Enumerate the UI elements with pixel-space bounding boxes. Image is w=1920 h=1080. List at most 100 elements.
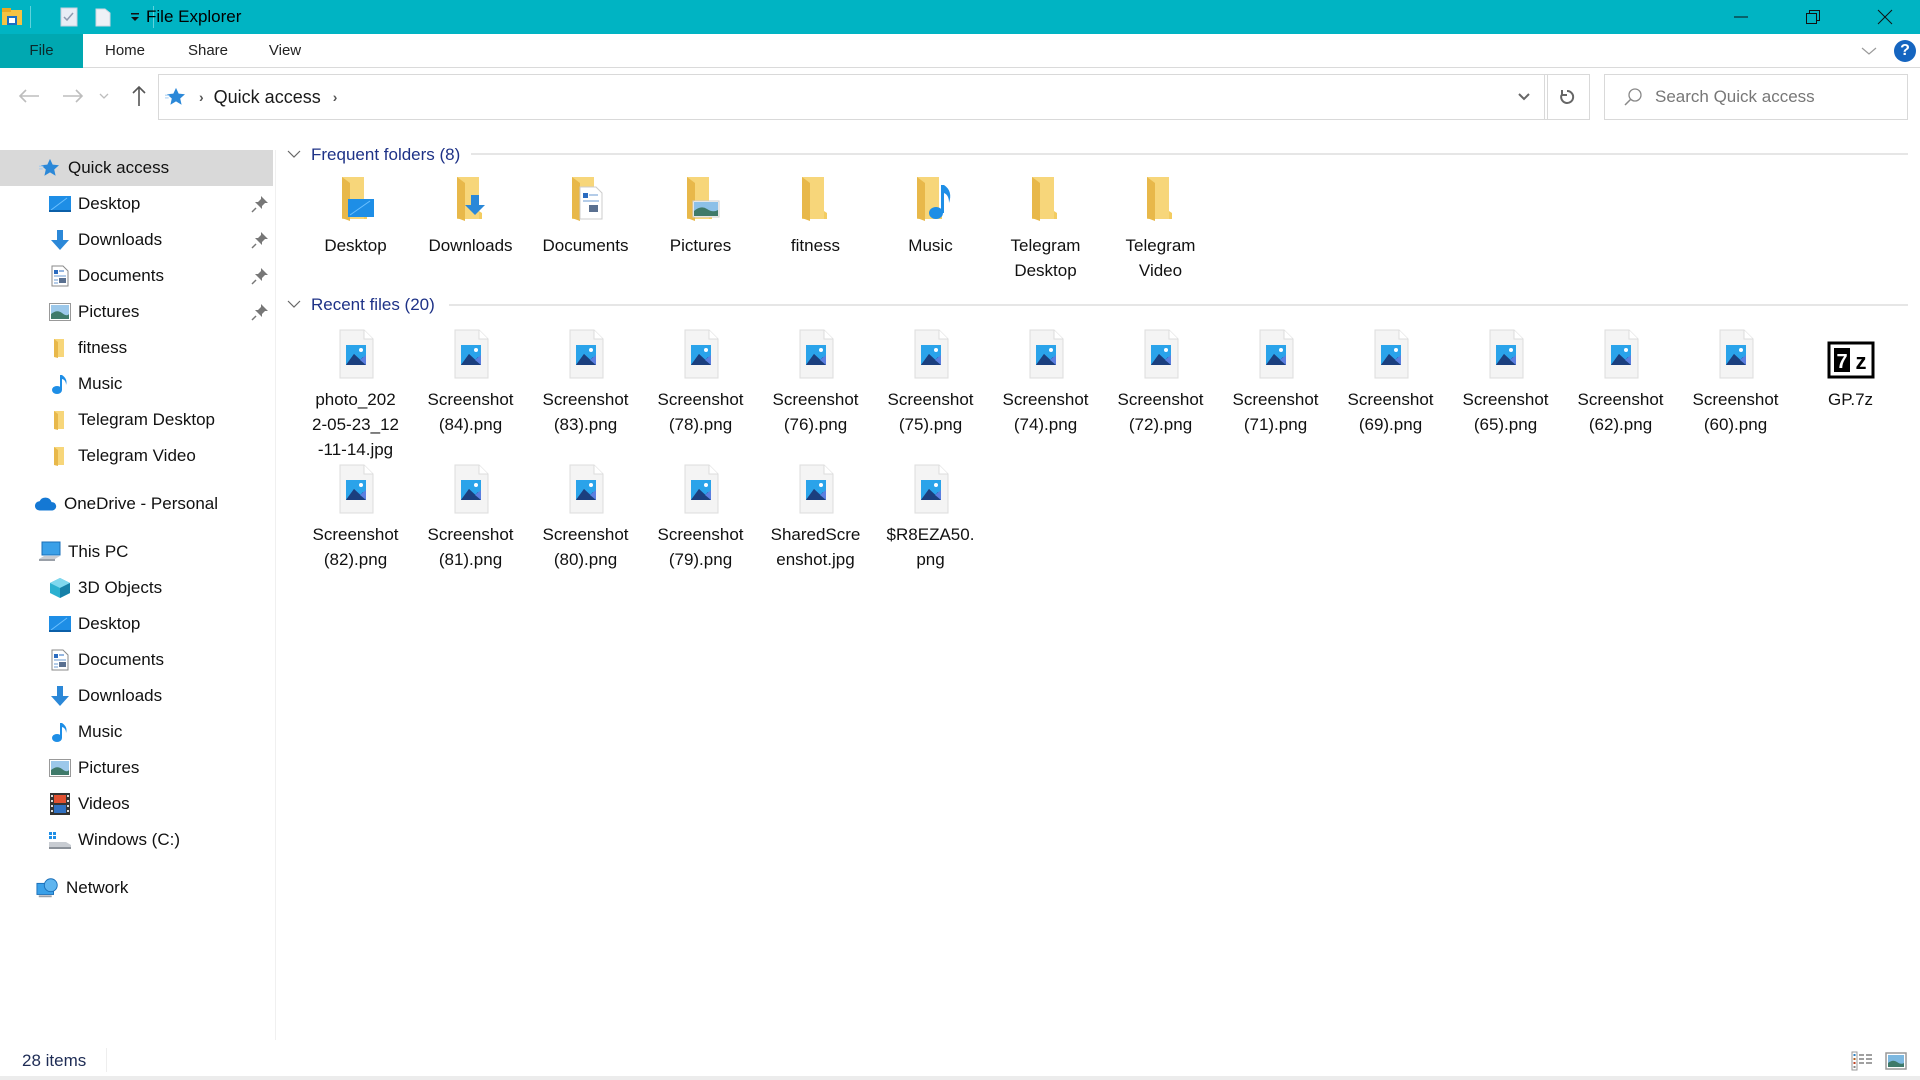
- sidebar-item-label: Documents: [78, 266, 164, 285]
- folder-tile[interactable]: Documents: [528, 173, 643, 258]
- breadcrumb-separator[interactable]: ›: [333, 89, 338, 105]
- sidebar-item-downloads[interactable]: Downloads: [0, 678, 273, 714]
- sidebar-item-videos[interactable]: Videos: [0, 786, 273, 822]
- sidebar-item-desktop[interactable]: Desktop: [0, 186, 273, 222]
- address-bar[interactable]: › Quick access ›: [158, 74, 1548, 120]
- details-view-button[interactable]: [1850, 1050, 1874, 1072]
- large-icons-view-button[interactable]: [1884, 1050, 1908, 1072]
- frequent-folders-header[interactable]: Frequent folders (8): [287, 144, 460, 166]
- folder-icon: [48, 336, 72, 360]
- file-tile[interactable]: Screenshot (74).png: [988, 327, 1103, 437]
- restore-button[interactable]: [1784, 0, 1842, 34]
- file-tile[interactable]: Screenshot (75).png: [873, 327, 988, 437]
- sidebar-item-pictures[interactable]: Pictures: [0, 294, 273, 330]
- sidebar-item-telegram-video[interactable]: Telegram Video: [0, 438, 273, 474]
- file-tile[interactable]: Screenshot (83).png: [528, 327, 643, 437]
- pin-icon[interactable]: [251, 195, 269, 218]
- collapse-chevron-icon[interactable]: [287, 148, 303, 162]
- folder-tile[interactable]: Music: [873, 173, 988, 258]
- customize-qat-icon[interactable]: [123, 5, 147, 29]
- file-tile[interactable]: Screenshot (60).png: [1678, 327, 1793, 437]
- close-button[interactable]: [1856, 0, 1914, 34]
- restore-icon: [1806, 10, 1820, 24]
- recent-files-header[interactable]: Recent files (20): [287, 294, 435, 316]
- tile-label: Screenshot (71).png: [1232, 390, 1319, 434]
- sidebar-item-network[interactable]: Network: [0, 870, 273, 906]
- file-tile[interactable]: Screenshot (72).png: [1103, 327, 1218, 437]
- folder-icon: [988, 173, 1103, 225]
- quick-access-toolbar: [0, 0, 160, 34]
- sidebar-item-music[interactable]: Music: [0, 366, 273, 402]
- sidebar-item-pictures[interactable]: Pictures: [0, 750, 273, 786]
- file-tile[interactable]: 7 z GP.7z: [1793, 327, 1908, 412]
- sidebar-item-label: 3D Objects: [78, 578, 163, 597]
- folder-tile[interactable]: Pictures: [643, 173, 758, 258]
- file-tile[interactable]: Screenshot (69).png: [1333, 327, 1448, 437]
- file-tile[interactable]: Screenshot (76).png: [758, 327, 873, 437]
- search-box[interactable]: [1604, 74, 1908, 120]
- tab-share[interactable]: Share: [180, 34, 236, 68]
- collapse-chevron-icon[interactable]: [287, 298, 303, 312]
- sidebar-item-quick-access[interactable]: Quick access: [0, 150, 273, 186]
- new-folder-icon[interactable]: [91, 5, 115, 29]
- sidebar-item-windows-c[interactable]: Windows (C:): [0, 822, 273, 858]
- tab-view[interactable]: View: [262, 34, 308, 68]
- folder-tile[interactable]: Telegram Desktop: [988, 173, 1103, 283]
- chevron-down-icon: [99, 93, 109, 99]
- image-file-icon: [1563, 327, 1678, 379]
- breadcrumb-quick-access[interactable]: Quick access: [214, 87, 321, 108]
- file-tile[interactable]: Screenshot (78).png: [643, 327, 758, 437]
- videos-icon: [48, 792, 72, 816]
- folder-tile[interactable]: Downloads: [413, 173, 528, 258]
- address-history-dropdown[interactable]: [1506, 74, 1542, 120]
- group-title: Recent files (20): [311, 295, 435, 314]
- up-button[interactable]: [124, 81, 154, 111]
- desktop-icon: [48, 192, 72, 216]
- tab-file[interactable]: File: [0, 34, 83, 68]
- properties-icon[interactable]: [57, 5, 81, 29]
- tab-home[interactable]: Home: [96, 34, 154, 68]
- sidebar-item-onedrive-personal[interactable]: OneDrive - Personal: [0, 486, 273, 522]
- sidebar-item-label: This PC: [68, 542, 129, 561]
- expand-ribbon-button[interactable]: [1860, 42, 1878, 60]
- file-tile[interactable]: $R8EZA50. png: [873, 462, 988, 572]
- forward-button[interactable]: [58, 81, 88, 111]
- sidebar-item-downloads[interactable]: Downloads: [0, 222, 273, 258]
- file-tile[interactable]: Screenshot (84).png: [413, 327, 528, 437]
- sidebar-item-3d-objects[interactable]: 3D Objects: [0, 570, 273, 606]
- file-explorer-icon[interactable]: [0, 5, 24, 29]
- file-tile[interactable]: Screenshot (71).png: [1218, 327, 1333, 437]
- chevron-down-icon: [1518, 93, 1530, 101]
- folder-icon: [873, 173, 988, 225]
- refresh-button[interactable]: [1544, 74, 1590, 120]
- file-tile[interactable]: Screenshot (81).png: [413, 462, 528, 572]
- file-tile[interactable]: Screenshot (82).png: [298, 462, 413, 572]
- search-input[interactable]: [1655, 87, 1895, 107]
- file-tile[interactable]: Screenshot (65).png: [1448, 327, 1563, 437]
- file-tile[interactable]: photo_202 2-05-23_12 -11-14.jpg: [298, 327, 413, 462]
- file-tile[interactable]: Screenshot (79).png: [643, 462, 758, 572]
- folder-tile[interactable]: fitness: [758, 173, 873, 258]
- folder-tile[interactable]: Telegram Video: [1103, 173, 1218, 283]
- sidebar-item-telegram-desktop[interactable]: Telegram Desktop: [0, 402, 273, 438]
- file-tile[interactable]: Screenshot (62).png: [1563, 327, 1678, 437]
- sidebar-item-fitness[interactable]: fitness: [0, 330, 273, 366]
- item-count: 28 items: [22, 1051, 87, 1070]
- pin-icon[interactable]: [251, 231, 269, 254]
- file-tile[interactable]: SharedScre enshot.jpg: [758, 462, 873, 572]
- pin-icon[interactable]: [251, 267, 269, 290]
- back-button[interactable]: [14, 81, 44, 111]
- minimize-button[interactable]: [1712, 0, 1770, 34]
- help-button[interactable]: ?: [1894, 40, 1916, 62]
- pin-icon[interactable]: [251, 303, 269, 326]
- recent-locations-button[interactable]: [94, 81, 114, 111]
- sidebar-item-this-pc[interactable]: This PC: [0, 534, 273, 570]
- sidebar-item-label: Desktop: [78, 614, 141, 633]
- sidebar-item-desktop[interactable]: Desktop: [0, 606, 273, 642]
- sidebar-item-music[interactable]: Music: [0, 714, 273, 750]
- folder-tile[interactable]: Desktop: [298, 173, 413, 258]
- sidebar-item-documents[interactable]: Documents: [0, 258, 273, 294]
- file-tile[interactable]: Screenshot (80).png: [528, 462, 643, 572]
- sidebar-item-documents[interactable]: Documents: [0, 642, 273, 678]
- breadcrumb-separator[interactable]: ›: [199, 89, 204, 105]
